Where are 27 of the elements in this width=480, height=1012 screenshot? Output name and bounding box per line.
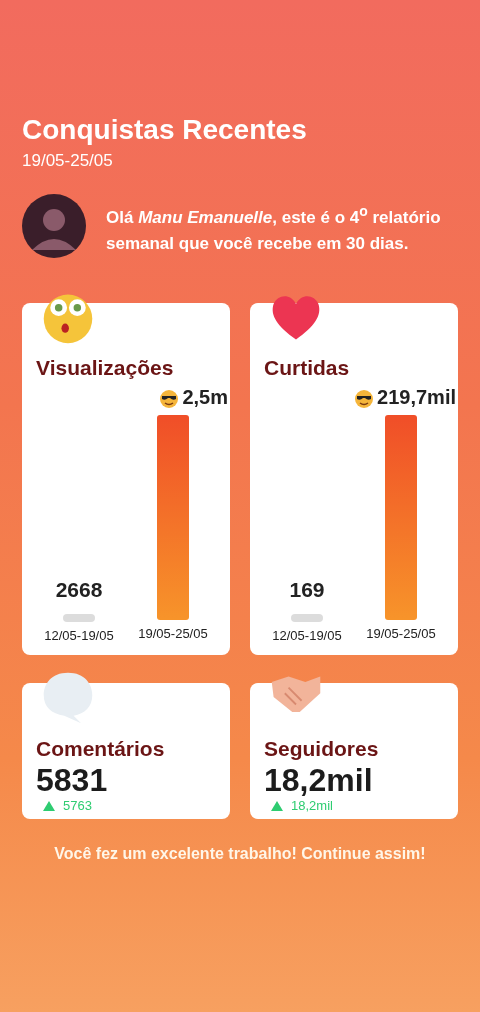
stat-value: 18,2mil: [264, 762, 374, 798]
card-title: Visualizações: [36, 355, 175, 381]
period-label: 12/05-19/05: [272, 628, 342, 643]
card-title: Comentários: [36, 736, 166, 762]
bar-value: 169: [289, 578, 325, 602]
card-title: Seguidores: [264, 736, 380, 762]
greeting-text: Olá Manu Emanuelle, este é o 4$^{o}$ relatório semanal que você recebe em 30 dias.: [106, 202, 442, 255]
sunglasses-face-icon: [159, 389, 180, 409]
bar-value: 2668: [55, 578, 103, 602]
change-value: 5763: [63, 798, 92, 813]
change-value: 18,2mil: [291, 798, 333, 813]
up-arrow-icon: [43, 800, 55, 811]
bar: [63, 614, 95, 622]
bar: [291, 614, 323, 622]
avatar-icon: [22, 194, 86, 258]
up-arrow-icon: [271, 800, 283, 811]
period-label: 12/05-19/05: [44, 628, 114, 643]
period-label: 19/05-25/05: [366, 626, 436, 641]
bar-value: 2,5m: [182, 386, 228, 409]
bar-value: 219,7mil: [377, 386, 456, 409]
page-title: Conquistas Recentes: [22, 113, 308, 147]
date-range: 19/05-25/05: [22, 150, 114, 172]
card-title: Curtidas: [264, 355, 351, 381]
stat-value: 5831: [36, 762, 109, 798]
period-label: 19/05-25/05: [138, 626, 208, 641]
encouragement-text: Você fez um excelente trabalho! Continue assim!: [53, 845, 427, 863]
sunglasses-face-icon: [354, 389, 375, 409]
